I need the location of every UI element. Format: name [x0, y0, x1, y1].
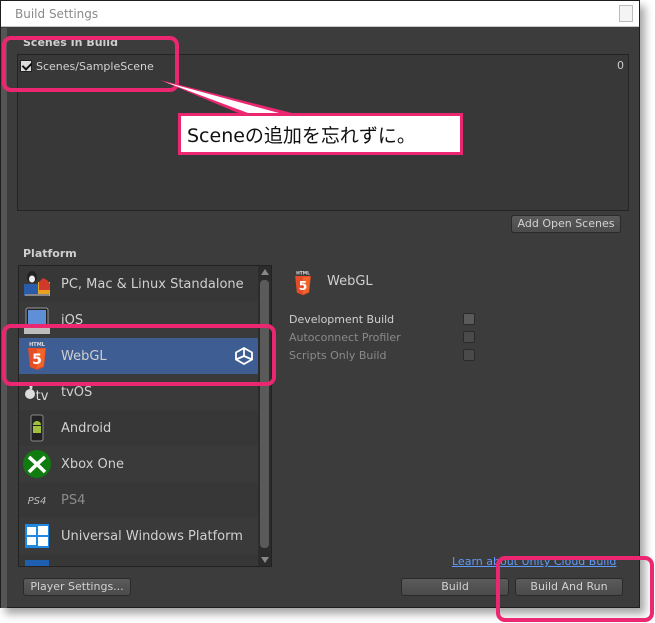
- callout-text: Sceneの追加を忘れずに。: [187, 124, 416, 147]
- highlight-webgl: [2, 324, 276, 386]
- highlight-build-and-run: [496, 556, 654, 622]
- callout-pointer: [160, 80, 300, 118]
- callout-note: Sceneの追加を忘れずに。: [178, 113, 463, 155]
